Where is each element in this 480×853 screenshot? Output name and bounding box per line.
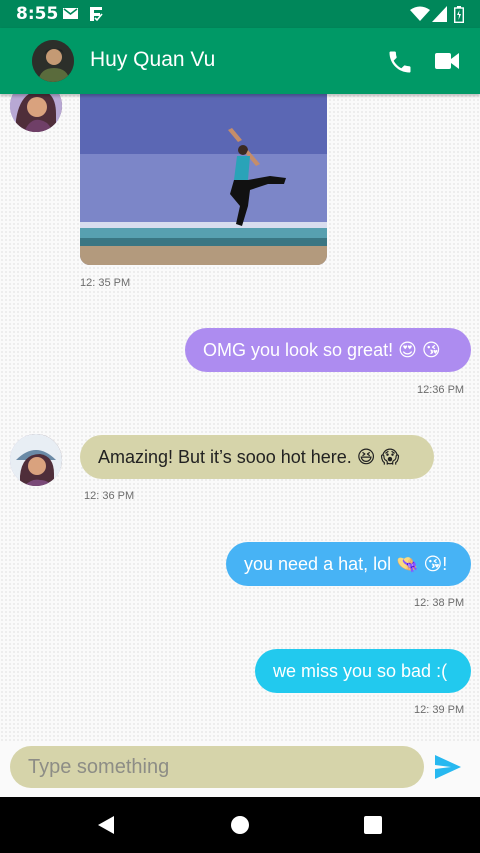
message-text: OMG you look so great! 😍 😘 [203,340,441,360]
message-bubble-outgoing[interactable]: we miss you so bad :( [255,649,471,693]
recents-icon[interactable] [363,815,383,835]
message-input[interactable] [10,746,424,788]
message-timestamp: 12: 38 PM [414,597,465,609]
message-bubble-outgoing[interactable]: you need a hat, lol 👒 😘! [226,542,471,586]
message-list[interactable]: 12: 35 PM OMG you look so great! 😍 😘 12:… [0,94,480,742]
message-composer [0,742,480,798]
chat-header: Huy Quan Vu [0,28,480,94]
sender-avatar[interactable] [10,94,62,132]
shared-image[interactable] [80,94,327,265]
message-timestamp: 12: 39 PM [414,704,465,716]
phone-icon[interactable] [386,48,414,76]
wifi-icon [410,6,430,21]
chat-screen: 8:55 Huy Quan Vu 12: 35 PM OMG you look … [0,0,480,853]
signal-icon [432,6,447,22]
message-bubble-outgoing[interactable]: OMG you look so great! 😍 😘 [185,328,471,372]
contact-name: Huy Quan Vu [90,48,216,71]
home-icon[interactable] [230,815,250,835]
message-timestamp: 12:36 PM [417,384,465,396]
message-text: we miss you so bad :( [273,661,448,681]
download-check-icon [90,7,103,22]
status-bar: 8:55 [0,0,480,28]
send-icon[interactable] [434,754,462,780]
mail-icon [63,8,78,19]
message-timestamp: 12: 36 PM [84,490,135,502]
system-navigation-bar [0,797,480,853]
message-text: you need a hat, lol 👒 😘! [244,554,448,574]
sender-avatar[interactable] [10,434,62,486]
video-camera-icon[interactable] [434,50,460,72]
battery-icon [454,6,464,23]
message-bubble-incoming[interactable]: Amazing! But it’s sooo hot here. 😆 😱 [80,435,434,479]
message-timestamp: 12: 35 PM [80,277,131,289]
contact-avatar[interactable] [32,40,74,82]
back-icon[interactable] [96,815,116,835]
status-time: 8:55 [16,4,59,24]
message-text: Amazing! But it’s sooo hot here. 😆 😱 [98,447,400,467]
